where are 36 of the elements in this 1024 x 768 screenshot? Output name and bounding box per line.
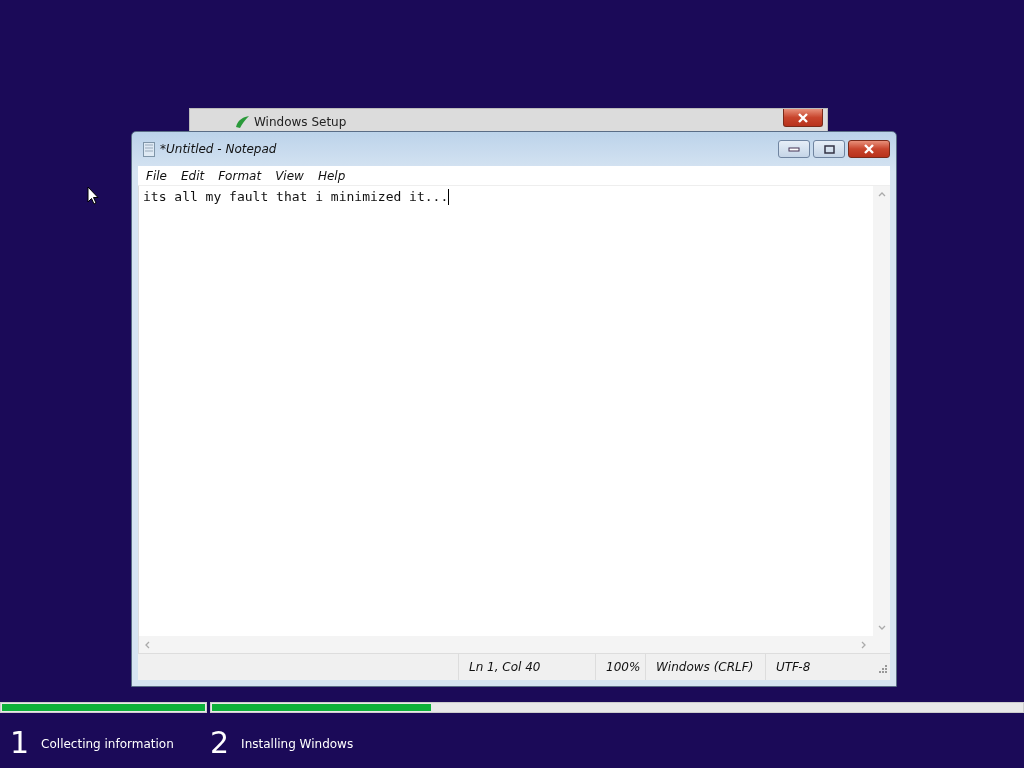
scroll-down-icon[interactable] <box>876 624 887 632</box>
status-text: UTF-8 <box>765 654 878 680</box>
scroll-left-icon[interactable] <box>143 639 151 650</box>
document-text: its all my fault that i minimized it... <box>143 189 449 204</box>
scroll-up-icon[interactable] <box>876 190 887 198</box>
setup-icon <box>234 115 250 129</box>
step-number: 2 <box>210 725 230 761</box>
menu-item[interactable]: View <box>275 169 304 183</box>
mouse-cursor-icon <box>87 186 99 206</box>
close-button[interactable] <box>848 140 890 158</box>
close-icon <box>863 144 875 154</box>
step-label: Installing Windows <box>241 737 354 751</box>
scroll-right-icon[interactable] <box>860 639 868 650</box>
window-title: Windows Setup <box>254 115 347 129</box>
window-title: *Untitled - Notepad <box>160 142 277 156</box>
vertical-scrollbar[interactable] <box>873 186 890 636</box>
minimize-button[interactable] <box>778 140 810 158</box>
menu-item[interactable]: Format <box>218 169 262 183</box>
notepad-icon <box>143 141 155 157</box>
step-label: Collecting information <box>41 737 174 751</box>
maximize-button[interactable] <box>813 140 845 158</box>
menu-item[interactable]: Edit <box>180 169 205 183</box>
close-icon <box>797 112 809 123</box>
maximize-icon <box>823 144 835 154</box>
close-button[interactable] <box>783 109 823 127</box>
minimize-icon <box>788 146 800 152</box>
horizontal-scrollbar[interactable] <box>138 636 890 653</box>
text-cursor <box>448 189 450 205</box>
text-area[interactable]: its all my fault that i minimized it... <box>139 186 873 636</box>
menu-item[interactable]: Help <box>317 169 346 183</box>
resize-grip-icon[interactable] <box>878 664 888 674</box>
menu-item[interactable]: File <box>146 169 167 183</box>
status-text: Ln 1, Col 40 <box>458 654 595 680</box>
status-text: Windows (CRLF) <box>645 654 765 680</box>
status-text: 100% <box>595 654 645 680</box>
step-number: 1 <box>10 725 30 761</box>
